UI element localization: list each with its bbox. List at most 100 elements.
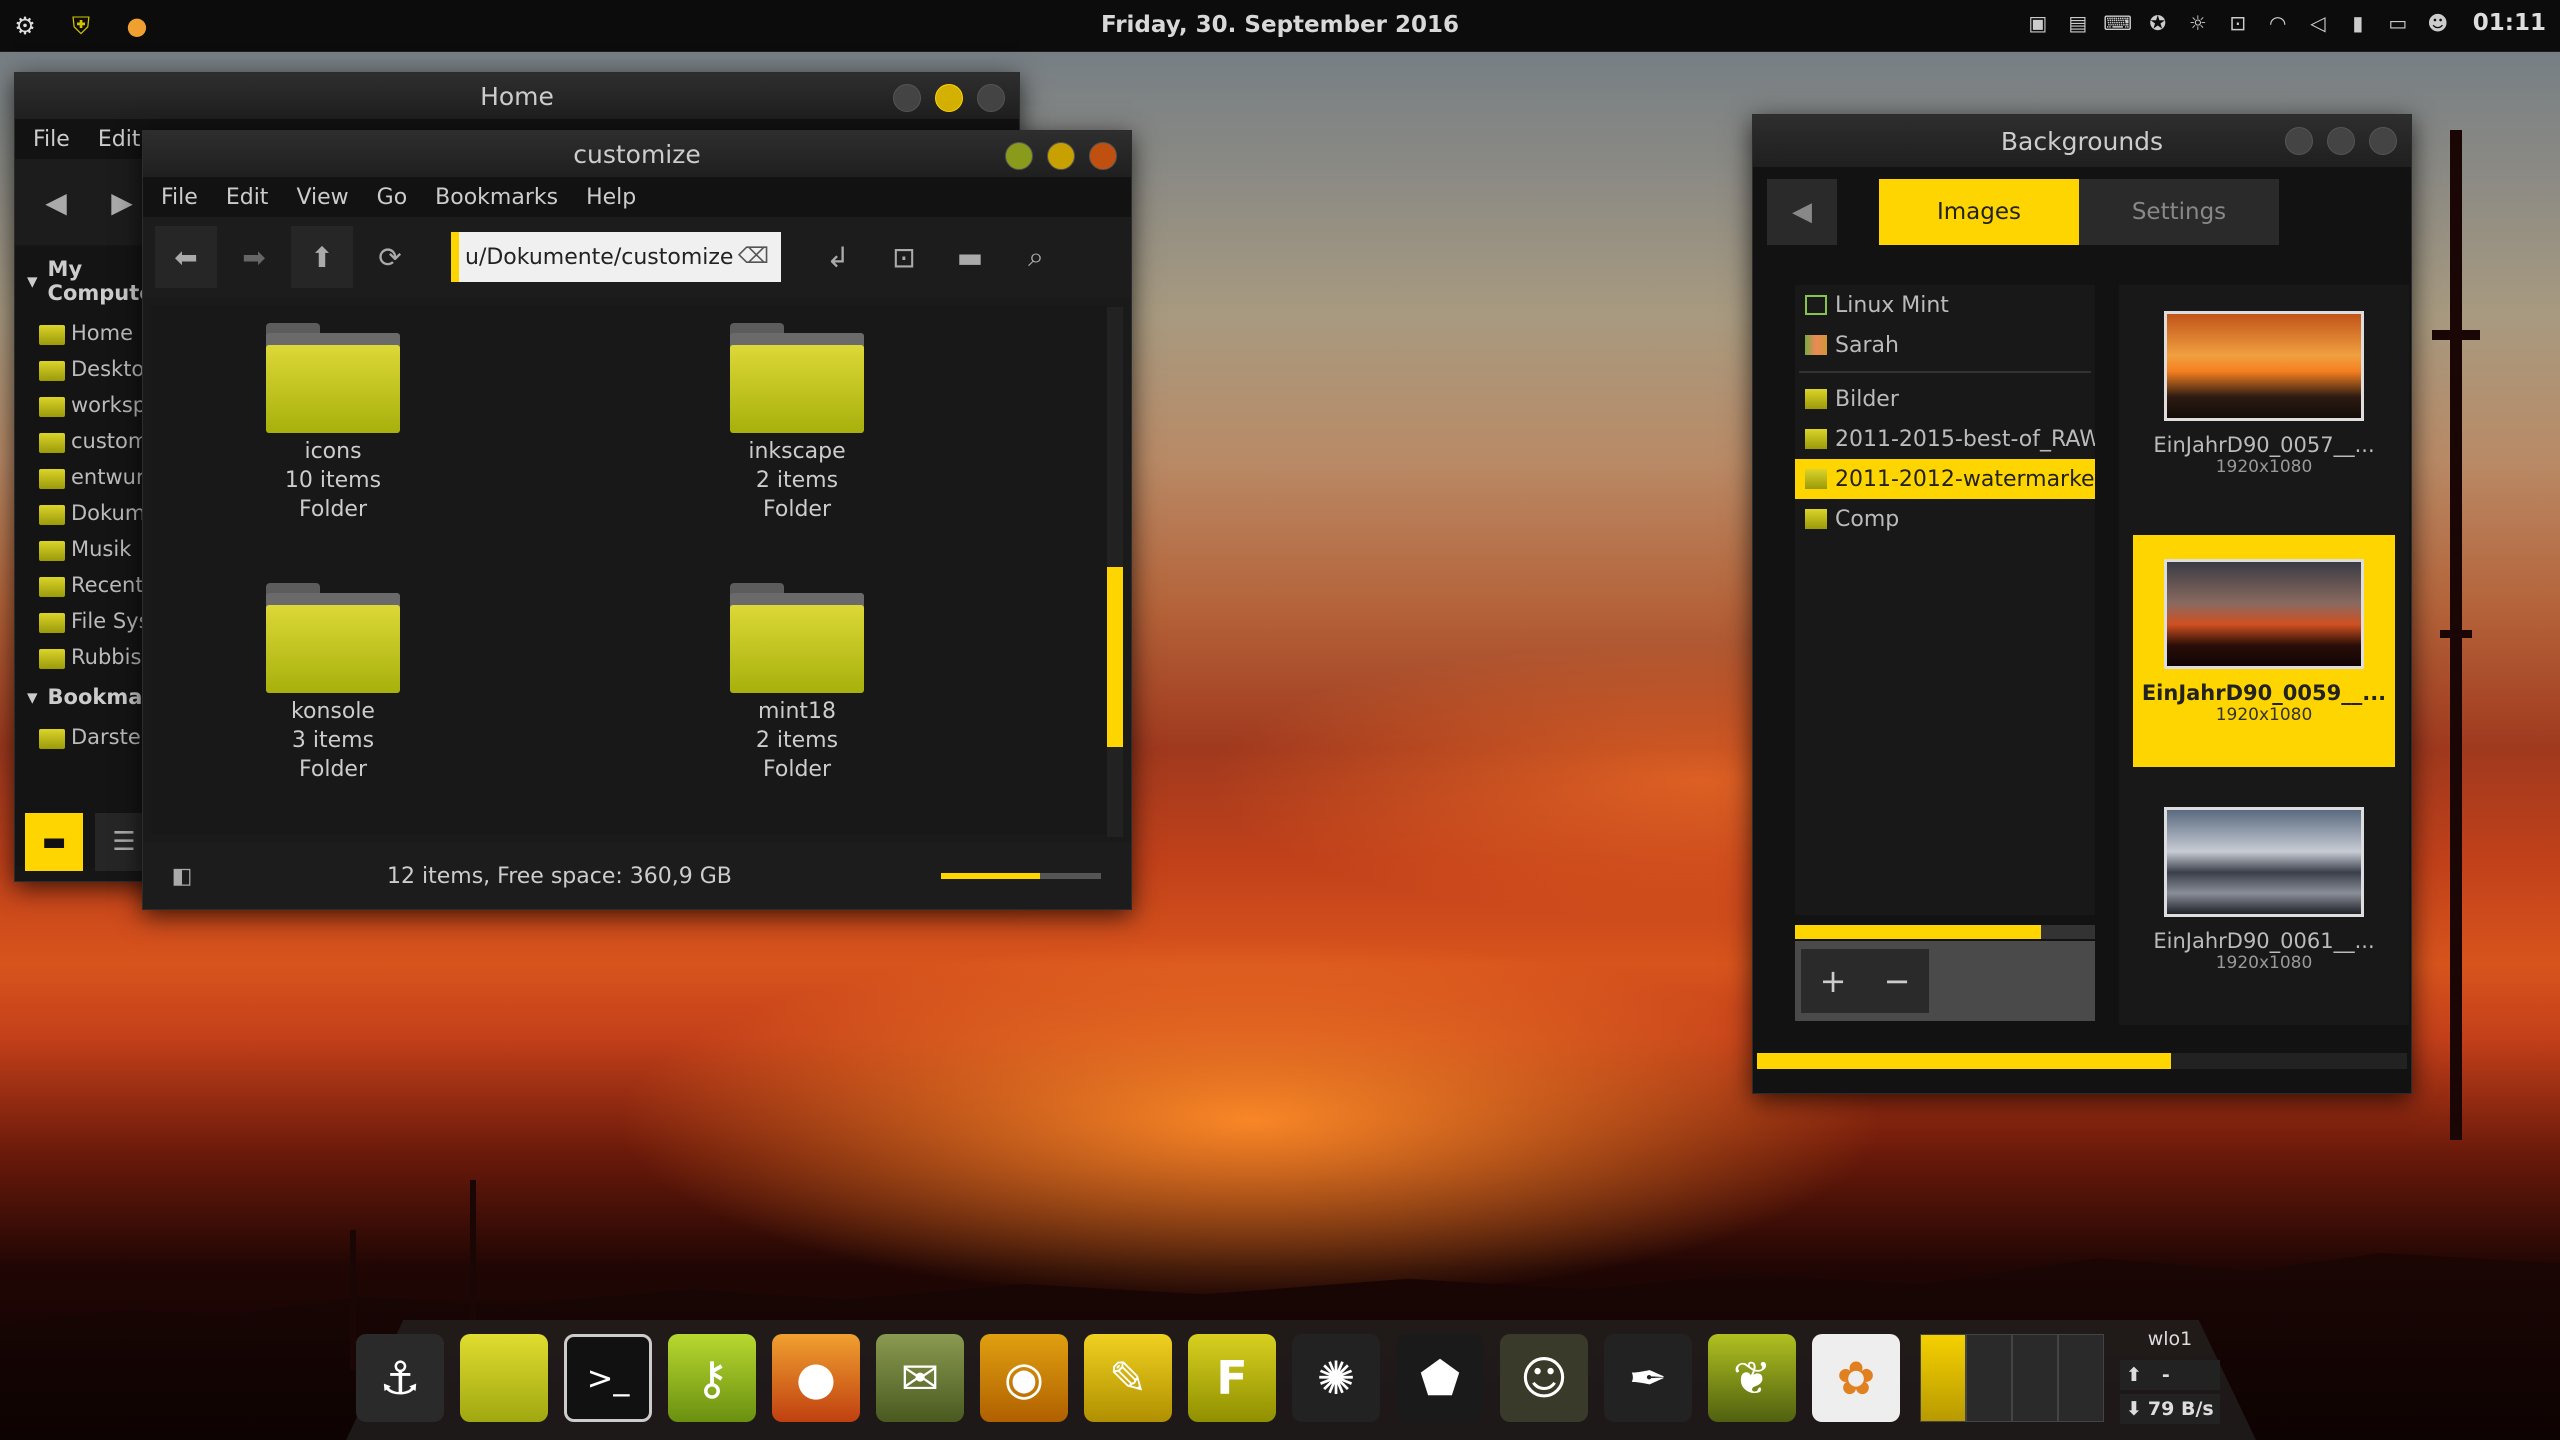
- anchor-icon[interactable]: ⚓: [356, 1334, 444, 1422]
- up-button[interactable]: ⬆: [291, 226, 353, 288]
- aperture-icon[interactable]: ✺: [1292, 1334, 1380, 1422]
- sidebar-item-customize[interactable]: customize: [15, 423, 145, 459]
- remove-button[interactable]: −: [1865, 949, 1929, 1013]
- wifi-icon[interactable]: ◠: [2265, 10, 2291, 36]
- reload-button[interactable]: ⟳: [361, 226, 419, 288]
- pen-icon[interactable]: ✒: [1604, 1334, 1692, 1422]
- inkscape-icon[interactable]: ⬟: [1396, 1334, 1484, 1422]
- sidebar-item-entwurf[interactable]: entwurf: [15, 459, 145, 495]
- place-item[interactable]: Linux Mint: [1795, 285, 2095, 325]
- menu-view[interactable]: View: [296, 185, 348, 210]
- screen-icon[interactable]: ▣: [2025, 10, 2051, 36]
- workspace-3[interactable]: [2012, 1334, 2058, 1422]
- toggle-location-button[interactable]: ↲: [809, 226, 867, 288]
- maximize-button[interactable]: [2327, 127, 2355, 155]
- backgrounds-titlebar[interactable]: Backgrounds: [1753, 115, 2411, 167]
- maximize-button[interactable]: [1047, 142, 1075, 170]
- sidebar-item-workspace[interactable]: workspace: [15, 387, 145, 423]
- sidebar-item-musik[interactable]: Musik: [15, 531, 145, 567]
- display-icon[interactable]: ▭: [2385, 10, 2411, 36]
- place-item[interactable]: Bilder: [1795, 379, 2095, 419]
- thumbnail-item[interactable]: EinJahrD90_0061__... 1920x1080: [2133, 783, 2395, 1015]
- maximize-button[interactable]: [935, 84, 963, 112]
- clear-icon[interactable]: ⌫: [738, 244, 769, 269]
- brightness-icon[interactable]: ☼: [2185, 10, 2211, 36]
- keyboard-icon[interactable]: ⌨: [2103, 10, 2132, 36]
- font-icon[interactable]: F: [1188, 1334, 1276, 1422]
- sidebar-item-filesystem[interactable]: File System: [15, 603, 145, 639]
- minimize-button[interactable]: [1005, 142, 1033, 170]
- menu-bookmarks[interactable]: Bookmarks: [435, 185, 558, 210]
- terminal-button[interactable]: ⊡: [875, 226, 933, 288]
- menu-file[interactable]: File: [33, 127, 70, 152]
- place-item[interactable]: 2011-2015-best-of_RAW: [1795, 419, 2095, 459]
- firefox-icon[interactable]: ●: [122, 11, 152, 41]
- back-button[interactable]: ◀: [27, 171, 85, 233]
- close-button[interactable]: [2369, 127, 2397, 155]
- tab-images[interactable]: Images: [1879, 179, 2079, 245]
- sidebar-item-home[interactable]: Home: [15, 315, 145, 351]
- tab-settings[interactable]: Settings: [2079, 179, 2279, 245]
- sidebar-heading[interactable]: ▾ My Computer: [15, 247, 164, 315]
- folder-item[interactable]: icons 10 items Folder: [233, 323, 433, 524]
- plant-icon[interactable]: ❦: [1708, 1334, 1796, 1422]
- menu-edit[interactable]: Edit: [226, 185, 269, 210]
- sidebar-item-dokumente[interactable]: Dokumente: [15, 495, 145, 531]
- horizontal-scrollbar[interactable]: [1757, 1053, 2407, 1069]
- folder-item[interactable]: inkscape 2 items Folder: [697, 323, 897, 524]
- mail-icon[interactable]: ✉: [876, 1334, 964, 1422]
- workspace-4[interactable]: [2058, 1334, 2104, 1422]
- place-item[interactable]: Comp: [1795, 499, 2095, 539]
- new-folder-button[interactable]: ▬: [941, 226, 999, 288]
- search-icon[interactable]: ⌕: [1007, 226, 1065, 288]
- gear-icon[interactable]: ⚙: [10, 11, 40, 41]
- sidebar-item-recent[interactable]: Recent: [15, 567, 145, 603]
- sidebar-item-rubbish[interactable]: Rubbish Bin: [15, 639, 145, 675]
- close-button[interactable]: [977, 84, 1005, 112]
- sidebar-heading[interactable]: ▾ Bookmarks: [15, 675, 179, 719]
- place-item[interactable]: Sarah: [1795, 325, 2095, 365]
- folder-item[interactable]: konsole 3 items Folder: [233, 583, 433, 784]
- accessibility-icon[interactable]: ✪: [2145, 10, 2171, 36]
- sidebar-toggle-icon[interactable]: ◧: [157, 851, 207, 901]
- keyboard-layout-icon[interactable]: ▤: [2065, 10, 2091, 36]
- minimize-button[interactable]: [2285, 127, 2313, 155]
- menu-edit[interactable]: Edit: [98, 127, 141, 152]
- menu-help[interactable]: Help: [586, 185, 636, 210]
- back-button[interactable]: ⬅: [155, 226, 217, 288]
- battery-icon[interactable]: ▮: [2345, 10, 2371, 36]
- customize-titlebar[interactable]: customize: [143, 131, 1131, 177]
- workspace-2[interactable]: [1966, 1334, 2012, 1422]
- photos-icon[interactable]: ✿: [1812, 1334, 1900, 1422]
- back-button[interactable]: ◀: [1767, 179, 1837, 245]
- workspace-1[interactable]: [1920, 1334, 1966, 1422]
- terminal-icon[interactable]: >_: [564, 1334, 652, 1422]
- menu-file[interactable]: File: [161, 185, 198, 210]
- firefox-icon[interactable]: ●: [772, 1334, 860, 1422]
- home-titlebar[interactable]: Home: [15, 73, 1019, 119]
- minimize-button[interactable]: [893, 84, 921, 112]
- passwords-icon[interactable]: ⚷: [668, 1334, 756, 1422]
- network-monitor[interactable]: wlo1 ⬆ - ⬇ 79 B/s: [2120, 1328, 2220, 1440]
- folder-icon[interactable]: [460, 1334, 548, 1422]
- place-item-selected[interactable]: 2011-2012-watermarked-: [1795, 459, 2095, 499]
- sidebar-item-bookmark[interactable]: Darstellung: [15, 719, 145, 755]
- writer-icon[interactable]: ✎: [1084, 1334, 1172, 1422]
- location-bar[interactable]: u/Dokumente/customize ⌫: [451, 232, 781, 282]
- sidebar-item-desktop[interactable]: Desktop: [15, 351, 145, 387]
- places-scrollbar[interactable]: [1795, 925, 2095, 939]
- menu-go[interactable]: Go: [377, 185, 408, 210]
- volume-icon[interactable]: ◁: [2305, 10, 2331, 36]
- user-icon[interactable]: ☻: [2425, 10, 2451, 36]
- gimp-icon[interactable]: ☺: [1500, 1334, 1588, 1422]
- forward-button[interactable]: ➡: [225, 226, 283, 288]
- close-button[interactable]: [1089, 142, 1117, 170]
- scroll-thumb[interactable]: [1107, 567, 1123, 747]
- thumbnail-item[interactable]: EinJahrD90_0057__... 1920x1080: [2133, 287, 2395, 519]
- folder-item[interactable]: mint18 2 items Folder: [697, 583, 897, 784]
- thumbnail-item-selected[interactable]: EinJahrD90_0059__... 1920x1080: [2133, 535, 2395, 767]
- shield-icon[interactable]: ⛨: [66, 11, 96, 41]
- add-button[interactable]: +: [1801, 949, 1865, 1013]
- scrollbar[interactable]: [1107, 307, 1123, 837]
- chrome-icon[interactable]: ◉: [980, 1334, 1068, 1422]
